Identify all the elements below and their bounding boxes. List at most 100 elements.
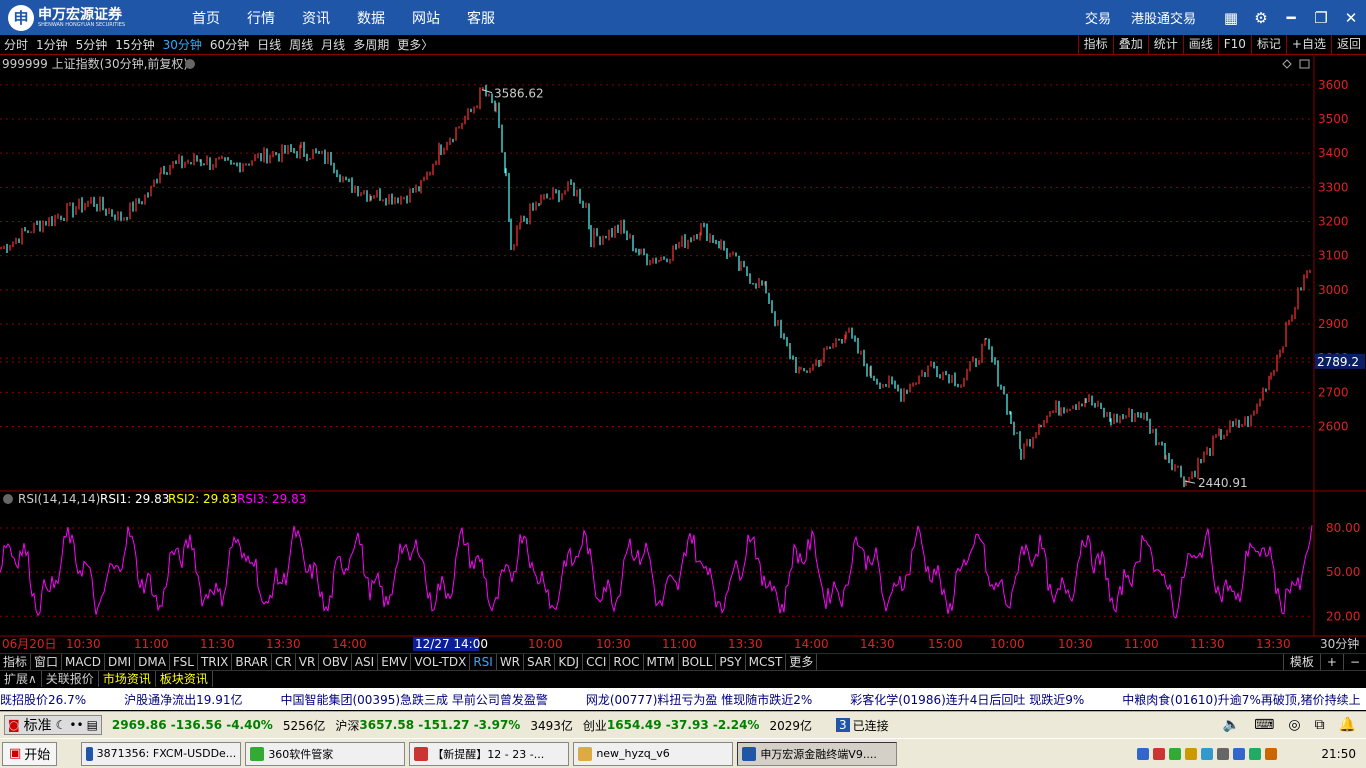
indicator-tab[interactable]: MTM: [644, 654, 679, 670]
window-icon[interactable]: ⧉: [1315, 717, 1325, 733]
kline-chart[interactable]: 3600350034003300320031003000290028002700…: [0, 56, 1366, 653]
indicator-tab[interactable]: 更多: [786, 654, 818, 670]
ticker-item[interactable]: 中国智能集团(00395)急跌三成 早前公司曾发盈警: [280, 691, 547, 708]
indicator-tab[interactable]: EMV: [378, 654, 412, 670]
period-tab[interactable]: 5分钟: [76, 38, 108, 52]
indicator-control[interactable]: 模板: [1282, 654, 1320, 670]
nav-item[interactable]: 行情: [247, 8, 275, 28]
indicator-tab[interactable]: BOLL: [679, 654, 717, 670]
period-tab[interactable]: 分时: [4, 38, 28, 52]
start-button[interactable]: ▣ 开始: [2, 741, 58, 766]
period-tab[interactable]: 周线: [289, 38, 313, 52]
indicator-tab[interactable]: FSL: [170, 654, 198, 670]
minimize-icon[interactable]: ━: [1282, 9, 1300, 27]
diamond-icon[interactable]: [1282, 59, 1292, 69]
indicator-tab[interactable]: CCI: [583, 654, 611, 670]
period-tab[interactable]: 1分钟: [36, 38, 68, 52]
nav-item[interactable]: 数据: [357, 8, 385, 28]
indicator-tab[interactable]: 窗口: [31, 654, 63, 670]
hk-trade-link[interactable]: 港股通交易: [1131, 8, 1196, 27]
tray-icon-8[interactable]: [1249, 748, 1262, 760]
indicator-tab[interactable]: DMA: [135, 654, 170, 670]
nav-item[interactable]: 客服: [467, 8, 495, 28]
toolbar-button[interactable]: 指标: [1077, 35, 1113, 54]
indicator-tab[interactable]: 指标: [0, 654, 32, 670]
taskbar-item[interactable]: 申万宏源金融终端V9....: [737, 741, 898, 766]
taskbar-item[interactable]: 【新提醒】12 - 23 -...: [409, 741, 570, 766]
indicator-tab[interactable]: TRIX: [198, 654, 233, 670]
moon-icon[interactable]: ☾: [56, 718, 67, 732]
indicator-tab[interactable]: VR: [296, 654, 320, 670]
indicator-tab[interactable]: MCST: [746, 654, 787, 670]
close-icon[interactable]: ✕: [1342, 9, 1360, 27]
info-tab[interactable]: 关联报价: [42, 671, 99, 687]
indicator-tab[interactable]: SAR: [524, 654, 556, 670]
toolbar-button[interactable]: 画线: [1182, 35, 1218, 54]
trade-link[interactable]: 交易: [1085, 8, 1111, 27]
info-tab[interactable]: 扩展∧: [0, 671, 42, 687]
ticker-item[interactable]: 既招股价26.7%: [0, 691, 86, 708]
chevron-down-icon[interactable]: [185, 59, 195, 69]
tray-icon-9[interactable]: [1265, 748, 1278, 760]
indicator-tab[interactable]: RSI: [470, 654, 497, 670]
toolbar-button[interactable]: 标记: [1250, 35, 1286, 54]
indicator-tab[interactable]: DMI: [105, 654, 136, 670]
news-ticker[interactable]: 既招股价26.7% 沪股通净流出19.91亿 中国智能集团(00395)急跌三成 早…: [0, 688, 1366, 710]
indicator-tab[interactable]: VOL-TDX: [411, 654, 471, 670]
ticker-item[interactable]: 沪股通净流出19.91亿: [124, 691, 242, 708]
period-tab[interactable]: 15分钟: [115, 38, 154, 52]
indicator-tab[interactable]: KDJ: [555, 654, 584, 670]
indicator-control[interactable]: −: [1342, 654, 1366, 670]
mode-label[interactable]: 标准: [24, 715, 52, 735]
period-tab[interactable]: 60分钟: [210, 38, 249, 52]
info-tab[interactable]: 板块资讯: [156, 671, 213, 687]
toolbar-button[interactable]: 统计: [1147, 35, 1183, 54]
taskbar-item[interactable]: new_hyzq_v6: [573, 741, 734, 766]
indicator-tab[interactable]: BRAR: [232, 654, 273, 670]
tray-icon-2[interactable]: [1153, 748, 1166, 760]
period-tab[interactable]: 30分钟: [163, 38, 202, 52]
toolbar-button[interactable]: F10: [1217, 35, 1251, 54]
period-tab[interactable]: 日线: [257, 38, 281, 52]
mode-switch[interactable]: ◙ 标准 ☾ •• ▤: [4, 715, 102, 735]
period-tab[interactable]: 多周期: [353, 38, 389, 52]
indicator-control[interactable]: +: [1319, 654, 1343, 670]
rsi-chevron-icon[interactable]: [3, 494, 13, 504]
keyboard-icon[interactable]: ▤: [87, 718, 98, 732]
camera-icon[interactable]: ◎: [1288, 717, 1300, 733]
indicator-tab[interactable]: ROC: [610, 654, 644, 670]
ticker-item[interactable]: 彩客化学(01986)连升4日后回吐 现跌近9%: [850, 691, 1084, 708]
toolbar-button[interactable]: 返回: [1330, 35, 1366, 54]
ticker-item[interactable]: 网龙(00777)料扭亏为盈 惟现随市跌近2%: [586, 691, 812, 708]
keyboard-icon-2[interactable]: ⌨: [1254, 717, 1274, 733]
indicator-tab[interactable]: WR: [497, 654, 525, 670]
tray-icon-3[interactable]: [1169, 748, 1182, 760]
toolbar-button[interactable]: +自选: [1285, 35, 1331, 54]
speaker-icon[interactable]: 🔈: [1223, 717, 1240, 733]
nav-item[interactable]: 网站: [412, 8, 440, 28]
tray-icon-5[interactable]: [1201, 748, 1214, 760]
tray-icon-4[interactable]: [1185, 748, 1198, 760]
grid-icon[interactable]: ▦: [1222, 9, 1240, 27]
taskbar-item[interactable]: 3871356: FXCM-USDDe...: [81, 741, 242, 766]
indicator-tab[interactable]: OBV: [319, 654, 352, 670]
info-tab[interactable]: 市场资讯: [99, 671, 156, 687]
taskbar-item[interactable]: 360软件管家: [245, 741, 406, 766]
ticker-item[interactable]: 中粮肉食(01610)升逾7%再破顶,猪价持续上: [1122, 691, 1360, 708]
nav-item[interactable]: 资讯: [302, 8, 330, 28]
indicator-tab[interactable]: ASI: [352, 654, 379, 670]
gear-icon[interactable]: ⚙: [1252, 9, 1270, 27]
tray-icon-1[interactable]: [1137, 748, 1150, 760]
indicator-tab[interactable]: CR: [272, 654, 296, 670]
period-tab[interactable]: 更多〉: [397, 38, 433, 52]
nav-item[interactable]: 首页: [192, 8, 220, 28]
toolbar-button[interactable]: 叠加: [1112, 35, 1148, 54]
panel-icon[interactable]: [1299, 59, 1310, 69]
indicator-tab[interactable]: MACD: [62, 654, 106, 670]
dots-icon[interactable]: ••: [69, 718, 83, 732]
indicator-tab[interactable]: PSY: [716, 654, 746, 670]
restore-icon[interactable]: ❐: [1312, 9, 1330, 27]
period-tab[interactable]: 月线: [321, 38, 345, 52]
tray-icon-6[interactable]: [1217, 748, 1230, 760]
tray-icon-7[interactable]: [1233, 748, 1246, 760]
